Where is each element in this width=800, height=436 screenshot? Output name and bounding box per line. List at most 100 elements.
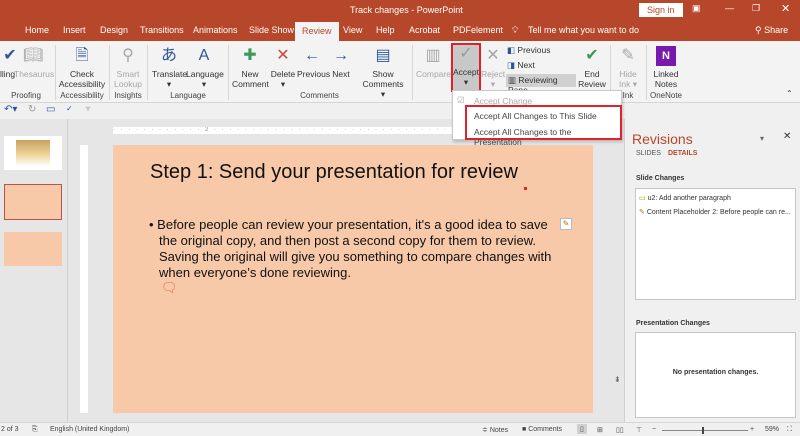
spelling-button[interactable]: ✔ lling	[0, 46, 17, 79]
new-comment-button[interactable]: ✚ New Comment	[232, 46, 269, 89]
pane-close-icon[interactable]: ✕	[783, 131, 791, 142]
vertical-ruler	[80, 145, 88, 413]
sign-in-button[interactable]: Sign in	[639, 3, 683, 17]
zoom-level[interactable]: 59%	[765, 426, 779, 433]
scroll-down-icon[interactable]: ⇟	[614, 375, 621, 384]
slide-title[interactable]: Step 1: Send your presentation for revie…	[150, 161, 518, 184]
next-comment-button[interactable]: → Next	[328, 46, 354, 79]
presentation-changes-label: Presentation Changes	[636, 320, 710, 327]
title-bar: Track changes - PowerPoint Sign in ▣ — ❐…	[0, 0, 800, 20]
pane-options-icon[interactable]: ▾	[760, 134, 764, 143]
language-status[interactable]: English (United Kingdom)	[50, 426, 129, 433]
tab-home[interactable]: Home	[25, 25, 49, 35]
slide-thumbnail-3[interactable]	[4, 232, 62, 266]
zoom-slider-thumb[interactable]	[702, 427, 704, 434]
arrow-right-icon: →	[333, 47, 349, 64]
compare-button[interactable]: ▥ Compare	[416, 46, 451, 79]
slide-thumbnail-1[interactable]	[4, 136, 62, 170]
customize-qat-icon[interactable]: ▿	[86, 104, 90, 113]
accessibility-icon: 🗎	[75, 47, 89, 64]
restore-icon[interactable]: ❐	[752, 3, 760, 14]
zoom-slider[interactable]	[662, 427, 748, 434]
zoom-in-button[interactable]: +	[750, 426, 754, 433]
end-review-button[interactable]: ✔ End Review	[578, 46, 606, 89]
new-comment-icon: ✚	[243, 47, 257, 64]
group-insights: Insights	[114, 91, 142, 100]
tab-insert[interactable]: Insert	[63, 25, 86, 35]
book-icon: 📖︎	[23, 47, 44, 64]
previous-comment-button[interactable]: ← Previous	[297, 46, 330, 79]
text-change-icon: ✎	[639, 209, 647, 216]
pane-icon: ▥	[508, 75, 519, 85]
tab-slide-show[interactable]: Slide Show	[249, 25, 294, 35]
accept-change-icon: ☑	[457, 95, 465, 105]
undo-icon[interactable]: ↶▾	[4, 104, 17, 115]
arrow-left-icon: ←	[304, 47, 320, 64]
reviewing-pane-button[interactable]: ▥ Reviewing Pane	[506, 74, 576, 95]
group-proofing: Proofing	[11, 91, 41, 100]
minimize-icon[interactable]: —	[725, 3, 734, 13]
reject-button[interactable]: ✕ Reject ▾	[481, 46, 505, 89]
comments-pane-icon: ▤	[375, 47, 391, 64]
compare-icon: ▥	[425, 47, 441, 64]
spell-status-icon[interactable]: ⎘	[32, 426, 38, 434]
next-icon: ◨	[507, 60, 518, 70]
onenote-icon: N	[656, 46, 676, 66]
tab-transitions[interactable]: Transitions	[140, 25, 184, 35]
reading-view-icon[interactable]: ▯▯	[616, 426, 624, 434]
collapse-ribbon-icon[interactable]: ⌃	[786, 89, 793, 98]
delete-comment-icon: ✕	[276, 47, 290, 64]
linked-notes-button[interactable]: N Linked Notes	[650, 46, 682, 89]
tab-acrobat[interactable]: Acrobat	[409, 25, 440, 35]
group-onenote: OneNote	[649, 91, 683, 100]
close-icon[interactable]: ✕	[781, 2, 790, 15]
revisions-pane: Revisions ▾ ✕ SLIDES DETAILS Slide Chang…	[624, 119, 800, 422]
revisions-title: Revisions	[632, 131, 693, 147]
fit-slide-icon[interactable]: ⛶	[787, 426, 792, 434]
delete-comment-button[interactable]: ✕ Delete ▾	[268, 46, 298, 89]
slide-thumbnails	[0, 119, 68, 422]
tab-pdfelement[interactable]: PDFelement	[453, 25, 503, 35]
person-icon: ⚲	[755, 25, 765, 35]
list-item[interactable]: ▭ u2: Add another paragraph	[639, 194, 731, 202]
group-language: Language	[170, 91, 206, 100]
comment-icon[interactable]: 🗨︎	[161, 280, 178, 296]
ribbon-display-icon[interactable]: ▣	[692, 3, 701, 14]
slideshow-icon[interactable]: ⊤	[636, 426, 642, 434]
spellcheck-icon[interactable]: ✓	[66, 104, 73, 113]
slide-body[interactable]: • Before people can review your presenta…	[147, 217, 567, 281]
zoom-out-button[interactable]: −	[652, 426, 656, 433]
slide-sorter-icon[interactable]: ⊞	[597, 426, 603, 434]
revision-marker-icon[interactable]: ✎	[560, 218, 572, 230]
redo-icon[interactable]: ↻	[28, 104, 36, 115]
comments-button[interactable]: ■ Comments	[522, 426, 562, 433]
thesaurus-button[interactable]: 📖︎ Thesaurus	[14, 46, 54, 79]
previous-change-button[interactable]: ◧ Previous	[507, 45, 550, 55]
normal-view-icon[interactable]: ▯	[577, 424, 587, 434]
present-icon[interactable]: ▭	[46, 104, 55, 115]
tab-help[interactable]: Help	[376, 25, 395, 35]
status-bar: 2 of 3 ⎘ English (United Kingdom) ≑ Note…	[0, 422, 800, 436]
hide-ink-button[interactable]: ✎ Hide Ink ▾	[614, 46, 642, 89]
share-button[interactable]: ⚲ Share	[755, 25, 788, 36]
notes-button[interactable]: ≑ Notes	[482, 426, 508, 434]
tab-view[interactable]: View	[343, 25, 362, 35]
quick-access-toolbar: ↶▾ ↻ ▭ ✓ ▿	[0, 103, 800, 119]
next-change-button[interactable]: ◨ Next	[507, 60, 535, 70]
tell-me-input[interactable]: Tell me what you want to do	[528, 25, 639, 35]
slide-changes-list: ▭ u2: Add another paragraph ✎ Content Pl…	[635, 188, 796, 300]
tab-review[interactable]: Review	[295, 22, 339, 41]
tab-slides[interactable]: SLIDES	[636, 150, 661, 157]
magnifier-icon: ⚲	[122, 47, 134, 64]
slide-canvas[interactable]: Step 1: Send your presentation for revie…	[113, 145, 593, 413]
smart-lookup-button[interactable]: ⚲ Smart Lookup	[112, 46, 144, 89]
language-icon: A	[198, 47, 210, 64]
tab-design[interactable]: Design	[100, 25, 128, 35]
language-button[interactable]: A Language ▾	[186, 46, 224, 89]
tab-details[interactable]: DETAILS	[668, 150, 697, 157]
tab-animations[interactable]: Animations	[193, 25, 238, 35]
slide-thumbnail-2[interactable]	[4, 184, 62, 220]
translate-button[interactable]: あ Translate ▾	[152, 46, 187, 89]
list-item[interactable]: ✎ Content Placeholder 2: Before people c…	[639, 208, 791, 216]
check-accessibility-button[interactable]: 🗎 Check Accessibility	[58, 46, 106, 89]
